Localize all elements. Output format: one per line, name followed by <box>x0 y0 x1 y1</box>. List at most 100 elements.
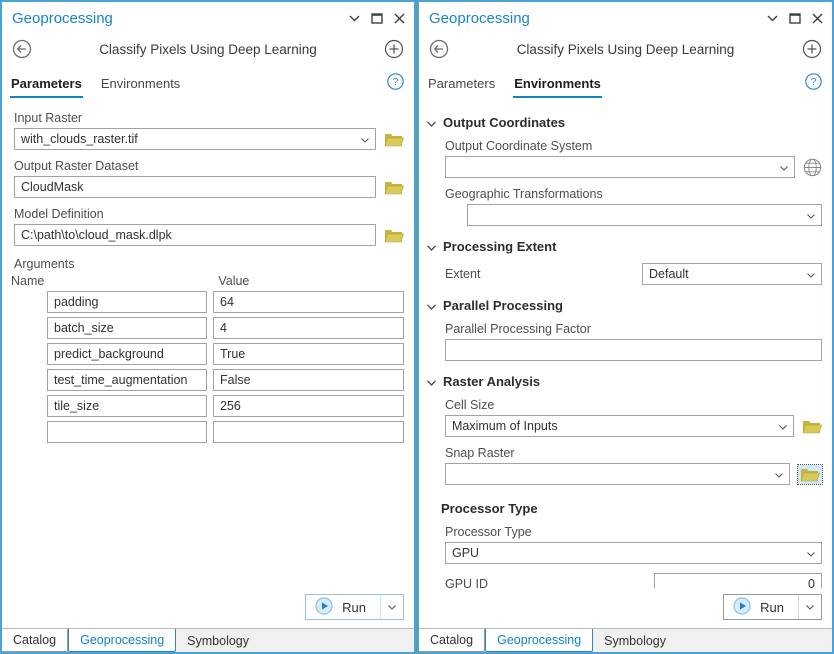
tab-parameters[interactable]: Parameters <box>10 73 83 98</box>
section-collapse-icon <box>427 115 436 130</box>
run-button[interactable]: Run <box>305 594 404 620</box>
svg-text:?: ? <box>393 76 399 88</box>
model-definition-label: Model Definition <box>14 207 404 221</box>
model-definition-input[interactable] <box>14 224 376 246</box>
dock-tab-catalog[interactable]: Catalog <box>2 629 68 652</box>
geoprocessing-panel-environments: Geoprocessing Classify Pixels Using Deep… <box>417 0 834 654</box>
browse-folder-icon-focused[interactable] <box>798 465 822 484</box>
input-raster-combobox[interactable]: with_clouds_raster.tif <box>14 128 376 150</box>
output-coordinate-system-combobox[interactable] <box>445 156 795 178</box>
cell-size-label: Cell Size <box>445 398 822 412</box>
parallel-processing-factor-input[interactable] <box>445 339 822 361</box>
arguments-value-header: Value <box>218 274 249 288</box>
browse-folder-icon[interactable] <box>384 132 404 147</box>
browse-folder-icon[interactable] <box>802 419 822 434</box>
browse-folder-icon[interactable] <box>384 228 404 243</box>
chevron-down-icon <box>769 467 783 481</box>
panel-title: Geoprocessing <box>12 10 113 27</box>
run-options-chevron[interactable] <box>380 595 403 619</box>
chevron-down-icon <box>801 546 815 560</box>
geoprocessing-panel-parameters: Geoprocessing Classify Pixels Using Deep… <box>0 0 416 654</box>
gpu-id-input[interactable] <box>654 573 822 588</box>
argument-value-input[interactable] <box>213 291 404 313</box>
float-panel-icon[interactable] <box>371 13 383 24</box>
arguments-label: Arguments <box>14 257 404 271</box>
environments-form: Output Coordinates Output Coordinate Sys… <box>419 98 832 588</box>
chevron-down-icon <box>774 160 788 174</box>
run-button[interactable]: Run <box>723 594 822 620</box>
argument-value-input[interactable] <box>213 369 404 391</box>
add-to-project-button[interactable] <box>802 39 822 59</box>
section-collapse-icon <box>427 374 436 389</box>
chevron-down-icon <box>801 267 815 281</box>
dock-tab-catalog[interactable]: Catalog <box>419 629 485 652</box>
argument-name-input[interactable] <box>47 317 207 339</box>
parameters-form: Input Raster with_clouds_raster.tif Outp… <box>2 98 414 588</box>
panel-tabs: Parameters Environments ? <box>2 65 414 98</box>
chevron-down-icon <box>773 419 787 433</box>
back-button[interactable] <box>429 39 449 59</box>
dock-tab-geoprocessing[interactable]: Geoprocessing <box>485 629 593 652</box>
argument-value-input[interactable] <box>213 317 404 339</box>
extent-combobox[interactable]: Default <box>642 263 822 285</box>
help-icon[interactable]: ? <box>387 73 404 98</box>
argument-value-input[interactable] <box>213 395 404 417</box>
collapse-panel-icon[interactable] <box>767 15 778 22</box>
processor-type-combobox[interactable]: GPU <box>445 542 822 564</box>
argument-value-input[interactable] <box>213 343 404 365</box>
output-raster-label: Output Raster Dataset <box>14 159 404 173</box>
input-raster-label: Input Raster <box>14 111 404 125</box>
tab-parameters[interactable]: Parameters <box>427 73 496 98</box>
run-options-chevron[interactable] <box>798 595 821 619</box>
section-output-coordinates[interactable]: Output Coordinates <box>427 115 822 130</box>
tool-header: Classify Pixels Using Deep Learning <box>419 31 832 65</box>
dock-tab-geoprocessing[interactable]: Geoprocessing <box>68 629 176 652</box>
section-processing-extent[interactable]: Processing Extent <box>427 239 822 254</box>
argument-row <box>14 369 404 391</box>
argument-row <box>14 291 404 313</box>
run-play-icon <box>733 597 751 618</box>
argument-name-input[interactable] <box>47 343 207 365</box>
back-button[interactable] <box>12 39 32 59</box>
argument-name-input[interactable] <box>47 395 207 417</box>
panel-titlebar: Geoprocessing <box>2 2 414 31</box>
geographic-transformations-label: Geographic Transformations <box>445 187 822 201</box>
tool-header: Classify Pixels Using Deep Learning <box>2 31 414 65</box>
tab-environments[interactable]: Environments <box>513 73 602 98</box>
help-icon[interactable]: ? <box>805 73 822 98</box>
geographic-transformations-combobox[interactable] <box>467 204 822 226</box>
dock-tab-symbology[interactable]: Symbology <box>593 629 677 652</box>
section-collapse-icon <box>427 239 436 254</box>
section-raster-analysis[interactable]: Raster Analysis <box>427 374 822 389</box>
argument-row <box>14 343 404 365</box>
snap-raster-label: Snap Raster <box>445 446 822 460</box>
argument-row <box>14 421 404 443</box>
argument-row <box>14 317 404 339</box>
close-panel-icon[interactable] <box>812 13 823 24</box>
float-panel-icon[interactable] <box>789 13 801 24</box>
tab-environments[interactable]: Environments <box>100 73 181 98</box>
cell-size-combobox[interactable]: Maximum of Inputs <box>445 415 794 437</box>
argument-name-input[interactable] <box>47 369 207 391</box>
dock-tab-symbology[interactable]: Symbology <box>176 629 260 652</box>
close-panel-icon[interactable] <box>394 13 405 24</box>
argument-name-input[interactable] <box>47 421 207 443</box>
svg-text:?: ? <box>811 76 817 88</box>
section-processor-type: Processor Type <box>441 501 822 516</box>
arguments-name-header: Name <box>11 274 44 288</box>
run-toolbar: Run <box>419 588 832 628</box>
dock-tab-bar: Catalog Geoprocessing Symbology <box>419 628 832 652</box>
panel-titlebar: Geoprocessing <box>419 2 832 31</box>
browse-folder-icon[interactable] <box>384 180 404 195</box>
add-to-project-button[interactable] <box>384 39 404 59</box>
snap-raster-combobox[interactable] <box>445 463 790 485</box>
collapse-panel-icon[interactable] <box>349 15 360 22</box>
chevron-down-icon <box>355 132 369 146</box>
section-parallel-processing[interactable]: Parallel Processing <box>427 298 822 313</box>
argument-name-input[interactable] <box>47 291 207 313</box>
processor-type-label: Processor Type <box>445 525 822 539</box>
argument-value-input[interactable] <box>213 421 404 443</box>
globe-coordinate-icon[interactable] <box>803 158 822 177</box>
output-raster-input[interactable] <box>14 176 376 198</box>
panel-title: Geoprocessing <box>429 10 530 27</box>
